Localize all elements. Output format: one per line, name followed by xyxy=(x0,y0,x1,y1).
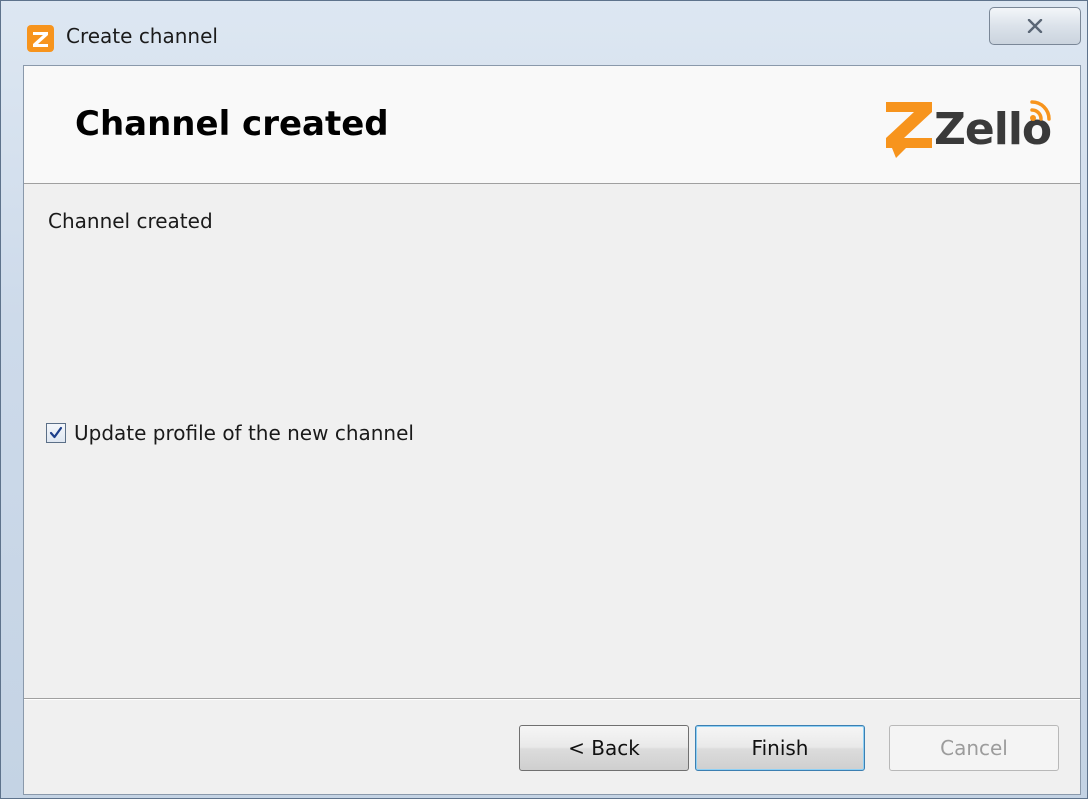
update-profile-label[interactable]: Update profile of the new channel xyxy=(74,421,414,445)
update-profile-option[interactable]: Update profile of the new channel xyxy=(46,419,414,447)
zello-logo: Zello xyxy=(886,100,1052,158)
close-icon xyxy=(1027,19,1043,33)
wizard-page: Channel created Zello Channel created Up… xyxy=(23,65,1081,795)
finish-button[interactable]: Finish xyxy=(695,725,865,771)
cancel-button[interactable]: Cancel xyxy=(889,725,1059,771)
page-title: Channel created xyxy=(75,104,389,144)
status-message: Channel created xyxy=(48,209,213,233)
update-profile-checkbox[interactable] xyxy=(46,423,66,443)
back-button[interactable]: < Back xyxy=(519,725,689,771)
zello-app-icon xyxy=(27,25,54,52)
window-title: Create channel xyxy=(66,24,218,48)
close-button[interactable] xyxy=(989,7,1081,45)
checkmark-icon xyxy=(49,426,63,439)
wizard-header: Channel created Zello xyxy=(24,66,1080,184)
create-channel-dialog: Create channel Channel created Zello Cha… xyxy=(0,0,1088,799)
title-bar[interactable]: Create channel xyxy=(1,1,1087,65)
footer-divider xyxy=(24,698,1080,700)
